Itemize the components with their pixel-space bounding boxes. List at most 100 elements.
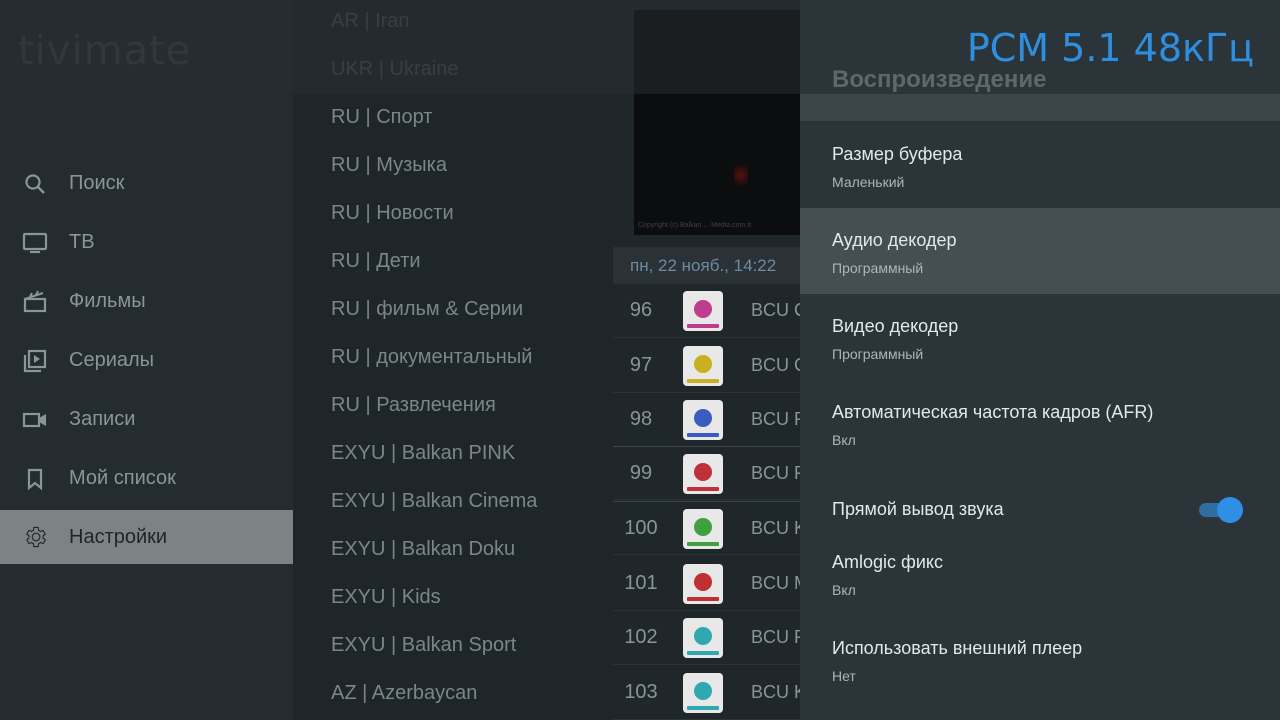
channel-name: BCU M bbox=[751, 573, 800, 593]
channel-logo bbox=[683, 618, 723, 658]
channel-list: Copyright (c) Balkan ... Media.com.tr пн… bbox=[613, 0, 800, 720]
channel-number: 102 bbox=[624, 626, 658, 648]
preview-caption: Copyright (c) Balkan ... Media.com.tr bbox=[638, 222, 752, 229]
group-item[interactable]: EXYU | Balkan Cinema bbox=[331, 490, 537, 513]
group-item[interactable]: RU | Развлечения bbox=[331, 394, 496, 417]
channel-name: BCU F bbox=[751, 627, 800, 647]
channel-row[interactable]: 100 BCU K bbox=[613, 501, 800, 555]
channel-number: 97 bbox=[629, 354, 653, 376]
sidebar-item-label: Записи bbox=[69, 408, 136, 430]
setting-afr[interactable]: Автоматическая частота кадров (AFR) Вкл bbox=[800, 380, 1280, 466]
series-icon bbox=[22, 348, 48, 374]
sidebar-item-tv[interactable]: ТВ bbox=[0, 213, 293, 272]
channel-number: 103 bbox=[624, 681, 658, 703]
group-item[interactable]: EXYU | Balkan Sport bbox=[331, 634, 516, 657]
sidebar-item-search[interactable]: Поиск bbox=[0, 154, 293, 213]
channel-number: 98 bbox=[629, 408, 653, 430]
settings-panel: Воспроизведение PCM 5.1 48кГц Размер буф… bbox=[800, 0, 1280, 720]
channel-name: BCU F bbox=[751, 409, 800, 429]
channel-name: BCU K bbox=[751, 682, 800, 702]
group-item[interactable]: RU | фильм & Серии bbox=[331, 298, 523, 321]
sidebar-item-series[interactable]: Сериалы bbox=[0, 331, 293, 390]
channel-name: BCU F bbox=[751, 463, 800, 483]
channel-logo bbox=[683, 509, 723, 549]
channel-logo bbox=[683, 673, 723, 713]
sidebar-item-label: Сериалы bbox=[69, 349, 155, 371]
channel-logo bbox=[683, 346, 723, 386]
group-item[interactable]: RU | Музыка bbox=[331, 154, 447, 177]
setting-value: Программный bbox=[832, 260, 924, 276]
group-item[interactable]: AZ | Azerbaycan bbox=[331, 682, 477, 705]
sidebar-item-settings[interactable]: Настройки bbox=[0, 510, 293, 564]
channel-logo bbox=[683, 454, 723, 494]
group-item[interactable]: EXYU | Balkan Doku bbox=[331, 538, 515, 561]
group-item[interactable]: RU | Спорт bbox=[331, 106, 432, 129]
sidebar-nav: Поиск ТВ Фильмы Сериалы Записи Мой списо… bbox=[0, 154, 293, 564]
app-logo: tivimate bbox=[18, 28, 192, 74]
audio-format-indicator: PCM 5.1 48кГц bbox=[966, 26, 1254, 70]
header-divider bbox=[800, 94, 1280, 121]
setting-label: Аудио декодер bbox=[832, 230, 957, 250]
tv-icon bbox=[22, 230, 48, 256]
setting-value: Программный bbox=[832, 346, 924, 362]
movies-icon bbox=[22, 289, 48, 315]
channel-logo bbox=[683, 291, 723, 331]
sidebar-item-label: Настройки bbox=[69, 525, 168, 548]
group-item[interactable]: AR | Iran bbox=[331, 10, 410, 33]
group-item[interactable]: RU | Дети bbox=[331, 250, 421, 273]
group-item[interactable]: RU | Новости bbox=[331, 202, 454, 225]
bookmark-icon bbox=[22, 466, 48, 492]
channel-logo bbox=[683, 400, 723, 440]
video-preview[interactable]: Copyright (c) Balkan ... Media.com.tr bbox=[634, 10, 800, 235]
passthrough-toggle[interactable] bbox=[1199, 497, 1243, 523]
sidebar-item-recordings[interactable]: Записи bbox=[0, 390, 293, 449]
recordings-icon bbox=[22, 407, 48, 433]
channel-row[interactable]: 102 BCU F bbox=[613, 611, 800, 665]
sidebar: tivimate Поиск ТВ Фильмы Сериалы Записи … bbox=[0, 0, 293, 720]
setting-value: Нет bbox=[832, 668, 856, 684]
setting-external-player[interactable]: Использовать внешний плеер Нет bbox=[800, 616, 1280, 702]
channel-name: BCU K bbox=[751, 518, 800, 538]
channel-number: 96 bbox=[629, 299, 653, 321]
channel-row[interactable]: 97 BCU C bbox=[613, 339, 800, 393]
group-item[interactable]: EXYU | Balkan PINK bbox=[331, 442, 515, 465]
channel-number: 100 bbox=[624, 517, 658, 539]
channel-groups-list: AR | Iran UKR | Ukraine RU | Спорт RU | … bbox=[293, 0, 613, 720]
setting-label: Видео декодер bbox=[832, 316, 959, 336]
setting-label: Автоматическая частота кадров (AFR) bbox=[832, 402, 1154, 422]
channel-name: BCU C bbox=[751, 355, 800, 375]
setting-audio-decoder[interactable]: Аудио декодер Программный bbox=[800, 208, 1280, 294]
setting-amlogic-fix[interactable]: Amlogic фикс Вкл bbox=[800, 530, 1280, 616]
sidebar-item-my-list[interactable]: Мой список bbox=[0, 449, 293, 508]
group-item[interactable]: EXYU | Kids bbox=[331, 586, 441, 609]
setting-buffer-size[interactable]: Размер буфера Маленький bbox=[800, 122, 1280, 208]
sidebar-item-label: Фильмы bbox=[69, 290, 146, 312]
panel-title: Воспроизведение bbox=[832, 66, 1047, 93]
setting-value: Вкл bbox=[832, 432, 856, 448]
channel-row[interactable]: 98 BCU F bbox=[613, 393, 800, 447]
channel-row[interactable]: 96 BCU C bbox=[613, 284, 800, 338]
sidebar-item-movies[interactable]: Фильмы bbox=[0, 272, 293, 331]
gear-icon bbox=[22, 524, 48, 550]
sidebar-item-label: Поиск bbox=[69, 172, 125, 194]
setting-value: Вкл bbox=[832, 582, 856, 598]
toggle-knob bbox=[1217, 497, 1243, 523]
setting-label: Прямой вывод звука bbox=[832, 499, 1004, 519]
channel-row[interactable]: 99 BCU F bbox=[613, 446, 800, 500]
preview-image bbox=[734, 160, 748, 190]
setting-value: Маленький bbox=[832, 174, 905, 190]
sidebar-item-label: Мой список bbox=[69, 467, 176, 489]
channel-name: BCU C bbox=[751, 300, 800, 320]
group-item[interactable]: RU | документальный bbox=[331, 346, 532, 369]
search-icon bbox=[22, 171, 48, 197]
group-item[interactable]: UKR | Ukraine bbox=[331, 58, 458, 81]
setting-video-decoder[interactable]: Видео декодер Программный bbox=[800, 294, 1280, 380]
setting-label: Использовать внешний плеер bbox=[832, 638, 1083, 658]
sidebar-item-label: ТВ bbox=[69, 231, 95, 253]
epg-date-time: пн, 22 нояб., 14:22 bbox=[613, 247, 800, 284]
setting-label: Размер буфера bbox=[832, 144, 963, 164]
setting-label: Amlogic фикс bbox=[832, 552, 943, 572]
panel-header: Воспроизведение PCM 5.1 48кГц bbox=[800, 0, 1280, 121]
channel-row[interactable]: 103 BCU K bbox=[613, 666, 800, 720]
channel-row[interactable]: 101 BCU M bbox=[613, 557, 800, 611]
